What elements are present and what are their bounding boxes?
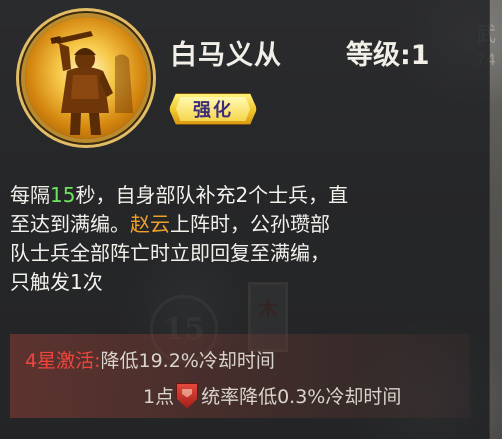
strengthen-button-face: 强化 — [176, 97, 250, 121]
skill-level: 等级:1 — [346, 40, 430, 71]
star-bonus-label: 4星激活: — [25, 350, 101, 372]
skill-name: 白马义从 — [170, 40, 282, 71]
star-bonus-line: 4星激活:降低19.2%冷却时间 — [25, 346, 275, 373]
description-line: 至达到满编。赵云上阵时，公孙瓒部 — [10, 212, 330, 236]
command-shield-icon — [176, 382, 199, 409]
star-bonus-effect: 降低19.2%冷却时间 — [100, 350, 275, 372]
stat-bonus-line: 1点 统率降低0.3%冷却时间 — [143, 382, 401, 409]
soldier-portrait-icon — [25, 17, 147, 139]
per-point-prefix: 1点 — [143, 386, 175, 408]
interval-seconds: 15 — [50, 183, 76, 207]
skill-description: 每隔15秒，自身部队补充2个士兵，直 至达到满编。赵云上阵时，公孙瓒部 队士兵全… — [10, 181, 480, 297]
strengthen-button-label: 强化 — [193, 100, 233, 121]
strengthen-button[interactable]: 强化 — [169, 93, 257, 125]
hero-name: 赵云 — [130, 212, 170, 236]
description-line: 队士兵全部阵亡时立即回复至满编， — [10, 241, 330, 265]
description-line: 只触发1次 — [10, 270, 103, 294]
skill-tooltip-panel: 白马义从 等级:1 强化 每隔15秒，自身部队补充2个士兵，直 至达到满编。赵云… — [0, 0, 490, 439]
description-line: 每隔15秒，自身部队补充2个士兵，直 — [10, 183, 349, 207]
per-point-effect: 统率降低0.3%冷却时间 — [201, 386, 402, 408]
